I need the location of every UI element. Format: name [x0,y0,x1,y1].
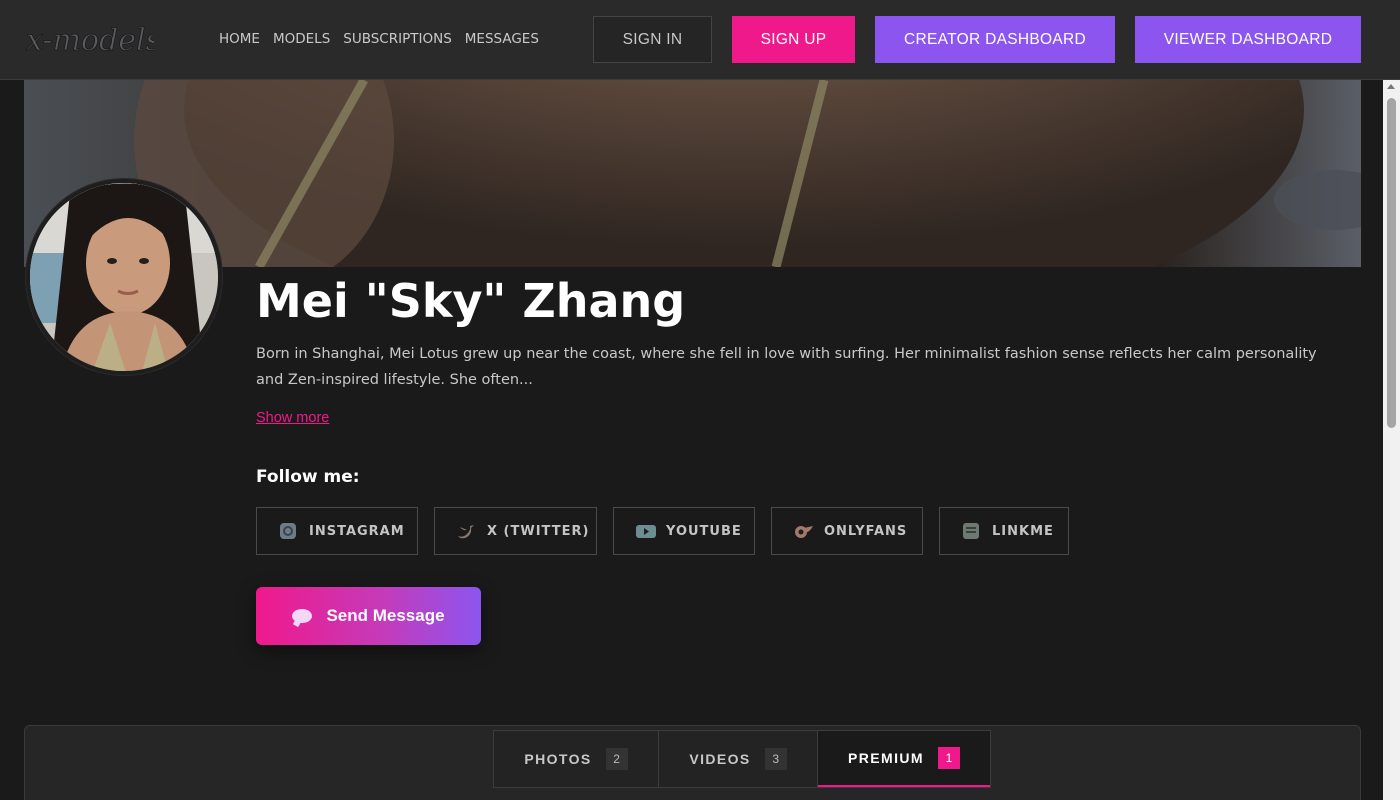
viewer-dashboard-button[interactable]: VIEWER DASHBOARD [1135,16,1361,63]
onlyfans-icon [794,522,813,540]
profile-bio: Born in Shanghai, Mei Lotus grew up near… [256,346,1317,388]
onlyfans-label: ONLYFANS [824,523,908,539]
send-message-label: Send Message [326,606,445,625]
twitter-button[interactable]: X (TWITTER) [434,507,597,555]
show-more-link[interactable]: Show more [256,410,329,426]
nav-home[interactable]: HOME [219,31,260,47]
tab-premium-count: 1 [937,747,960,769]
twitter-label: X (TWITTER) [487,523,590,539]
tab-photos-label: PHOTOS [524,751,592,767]
content-tabs: PHOTOS 2 VIDEOS 3 PREMIUM 1 [493,730,991,788]
follow-me-heading: Follow me: [256,467,360,487]
youtube-icon [636,522,656,540]
onlyfans-button[interactable]: ONLYFANS [771,507,923,555]
tab-videos-count: 3 [764,748,787,770]
scroll-up-arrow-icon[interactable] [1387,84,1395,89]
creator-dashboard-button[interactable]: CREATOR DASHBOARD [875,16,1115,63]
profile-name: Mei "Sky" Zhang [256,274,686,328]
profile-avatar [26,179,222,375]
main-nav: HOME MODELS SUBSCRIPTIONS MESSAGES [219,31,539,47]
nav-messages[interactable]: MESSAGES [465,31,539,47]
youtube-label: YOUTUBE [666,523,742,539]
sign-up-button[interactable]: SIGN UP [732,16,855,63]
tab-premium[interactable]: PREMIUM 1 [818,731,990,787]
scroll-thumb[interactable] [1387,98,1396,428]
svg-text:x-models: x-models [26,23,154,58]
nav-models[interactable]: MODELS [273,31,330,47]
linkme-label: LINKME [992,523,1054,539]
send-message-button[interactable]: Send Message [256,587,481,645]
instagram-button[interactable]: INSTAGRAM [256,507,418,555]
site-logo[interactable]: x-models [24,14,162,64]
youtube-button[interactable]: YOUTUBE [613,507,755,555]
speech-bubble-icon [292,609,313,623]
cover-image [24,80,1361,267]
nav-subscriptions[interactable]: SUBSCRIPTIONS [343,31,452,47]
tab-premium-label: PREMIUM [848,750,924,766]
tab-photos-count: 2 [605,748,628,770]
instagram-label: INSTAGRAM [309,523,405,539]
logo-wordmark: x-models [26,23,162,59]
twitter-icon [457,522,475,540]
linkme-button[interactable]: LINKME [939,507,1069,555]
top-navbar: x-models HOME MODELS SUBSCRIPTIONS MESSA… [0,0,1400,80]
page-scrollbar[interactable] [1383,80,1400,800]
instagram-icon [279,522,297,540]
sign-in-button[interactable]: SIGN IN [593,16,712,63]
tab-videos-label: VIDEOS [689,751,751,767]
linkme-icon [962,522,980,540]
tab-photos[interactable]: PHOTOS 2 [494,731,659,787]
tab-videos[interactable]: VIDEOS 3 [659,731,818,787]
